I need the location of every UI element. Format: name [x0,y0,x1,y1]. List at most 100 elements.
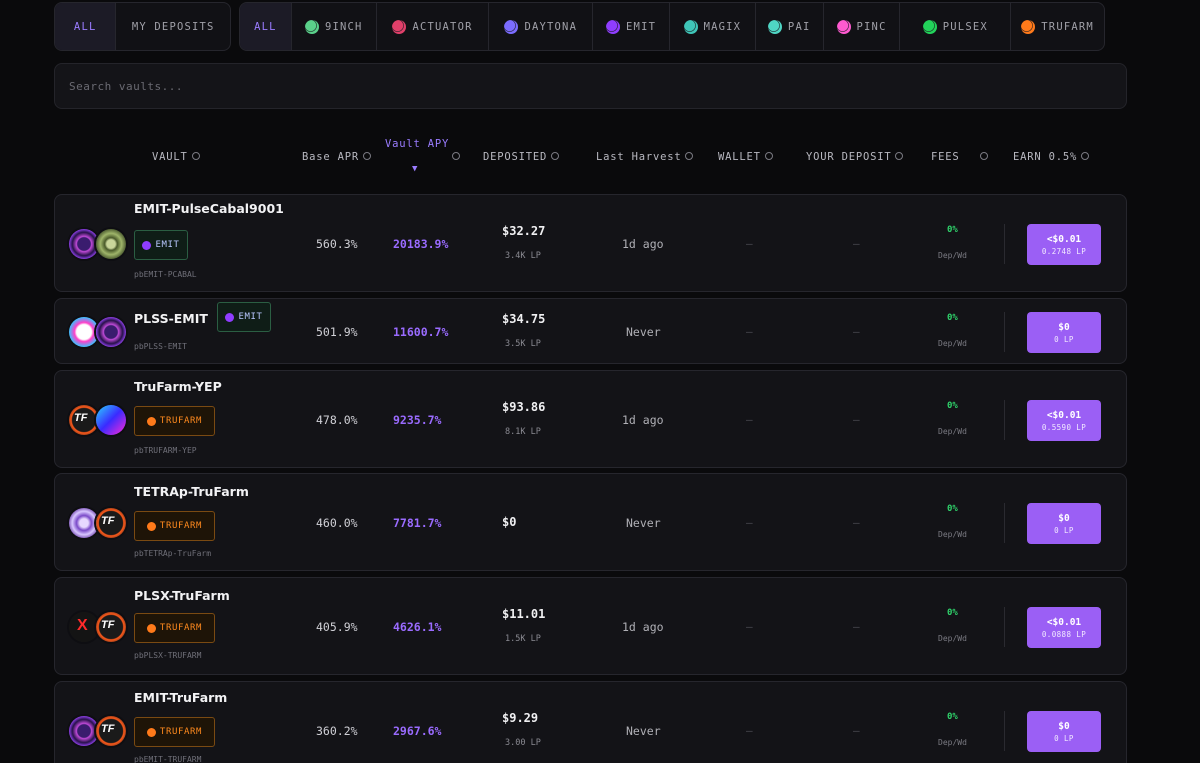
earn-lp: 0 LP [1054,525,1074,535]
info-icon [452,152,460,160]
platform-badge: TRUFARM [134,511,215,541]
earn-button[interactable]: <$0.01 0.5590 LP [1027,400,1101,441]
platform-tab-9inch[interactable]: 9INCH [292,3,377,50]
vault-name[interactable]: EMIT-TruFarm [134,690,227,705]
base-apr: 405.9% [316,620,358,634]
earn-button[interactable]: $0 0 LP [1027,503,1101,544]
vault-row[interactable]: TF EMIT-TruFarm TRUFARM pbEMIT-TRUFARM 360.2… [54,681,1127,763]
earn-amount: <$0.01 [1046,233,1082,245]
earn-amount: $0 [1058,512,1070,524]
magix-logo-icon [683,19,698,34]
col-fees[interactable]: FEES [931,151,988,163]
col-your-deposit[interactable]: YOUR DEPOSIT [806,151,904,163]
vault-row[interactable]: TF TruFarm-YEP TRUFARM pbTRUFARM-YEP 478.0% 9… [54,370,1127,468]
wallet-balance: — [746,516,753,529]
earn-lp: 0.0888 LP [1041,629,1087,639]
earn-button[interactable]: <$0.01 0.0888 LP [1027,607,1101,648]
platform-tab-pulsex[interactable]: PULSEX [900,3,1012,50]
info-icon [895,152,904,160]
vault-token: pbTRUFARM-YEP [134,446,197,455]
base-apr: 501.9% [316,325,358,339]
info-icon [191,152,200,160]
emit-logo-icon [142,240,152,250]
fee-label: Dep/Wd [938,530,967,539]
your-deposit: — [853,620,860,633]
last-harvest: Never [626,325,661,339]
col-last-harvest[interactable]: Last Harvest [596,151,694,163]
deposited-value: $0 [502,515,517,529]
deposited-value: $9.29 [502,711,539,725]
earn-lp: 0.5590 LP [1041,422,1087,432]
platform-badge: EMIT [134,230,188,260]
platform-tab-pinc[interactable]: PINC [824,3,901,50]
deposited-lp: 1.5K LP [505,634,541,644]
earn-button[interactable]: <$0.01 0.2748 LP [1027,224,1101,265]
divider [1004,400,1005,440]
filter-all[interactable]: ALL [55,3,117,50]
trufarm-token-icon: TF [96,508,126,538]
platform-tab-magix[interactable]: MAGIX [670,3,756,50]
vault-name[interactable]: TETRAp-TruFarm [134,484,249,499]
pulsex-logo-icon [922,19,937,34]
vault-row[interactable]: PLSS-EMIT EMIT pbPLSS-EMIT 501.9% 11600.7% $3… [54,298,1127,364]
vault-apy: 4626.1% [393,620,442,634]
emit-logo-icon [225,312,235,322]
fee-value: 0% [947,313,958,323]
emit-token-icon [69,716,99,746]
platform-tab-actuator[interactable]: ACTUATOR [377,3,490,50]
vault-row[interactable]: TF TETRAp-TruFarm TRUFARM pbTETRAp-TruFarm 4… [54,473,1127,571]
sort-desc-icon[interactable]: ▼ [412,164,417,174]
vault-token: pbPLSX-TRUFARM [134,651,202,660]
vault-token: pbPLSS-EMIT [134,342,187,351]
vault-name[interactable]: PLSX-TruFarm [134,588,230,603]
vault-token: pbEMIT-PCABAL [134,270,197,279]
last-harvest: 1d ago [622,413,664,427]
platform-tab-trufarm[interactable]: TRUFARM [1011,3,1104,50]
your-deposit: — [853,413,860,426]
divider [1004,607,1005,647]
col-deposited[interactable]: DEPOSITED [483,151,560,163]
platform-tab-emit[interactable]: EMIT [593,3,670,50]
col-earn[interactable]: EARN 0.5% [1013,151,1090,163]
trufarm-token-icon: TF [96,612,126,642]
col-vault-apy[interactable]: Vault APY [385,138,449,150]
emit-logo-icon [606,19,621,34]
vault-name[interactable]: PLSS-EMIT [134,311,208,326]
earn-button[interactable]: $0 0 LP [1027,312,1101,353]
yep-token-icon [96,405,126,435]
info-icon [979,152,988,160]
col-wallet[interactable]: WALLET [718,151,773,163]
emit-token-icon [69,229,99,259]
9inch-logo-icon [304,19,319,34]
deposited-lp: 3.00 LP [505,738,541,748]
col-base-apr[interactable]: Base APR [302,151,371,163]
vault-name[interactable]: EMIT-PulseCabal9001 [134,201,284,216]
wallet-balance: — [746,237,753,250]
platform-tab-daytona[interactable]: DAYTONA [489,3,594,50]
platform-badge: EMIT [217,302,271,332]
earn-lp: 0 LP [1054,733,1074,743]
deposited-value: $93.86 [502,400,546,414]
platform-tab-pai[interactable]: PAI [756,3,824,50]
your-deposit: — [853,724,860,737]
wallet-balance: — [746,325,753,338]
fee-value: 0% [947,401,958,411]
your-deposit: — [853,325,860,338]
vault-name[interactable]: TruFarm-YEP [134,379,222,394]
earn-button[interactable]: $0 0 LP [1027,711,1101,752]
search-input[interactable] [69,79,1126,93]
trufarm-logo-icon [146,416,156,426]
trufarm-logo-icon [146,623,156,633]
platform-tab-all[interactable]: ALL [240,3,292,50]
last-harvest: Never [626,516,661,530]
col-vault[interactable]: VAULT [152,151,200,163]
vault-row[interactable]: X TF PLSX-TruFarm TRUFARM pbPLSX-TRUFARM 405.… [54,577,1127,675]
earn-lp: 0 LP [1054,334,1074,344]
filter-my-deposits[interactable]: MY DEPOSITS [116,3,230,50]
vault-apy: 11600.7% [393,325,449,339]
info-icon [764,152,773,160]
wallet-balance: — [746,413,753,426]
actuator-logo-icon [392,19,407,34]
vault-row[interactable]: EMIT-PulseCabal9001 EMIT pbEMIT-PCABAL 560.… [54,194,1127,292]
earn-lp: 0.2748 LP [1041,246,1087,256]
